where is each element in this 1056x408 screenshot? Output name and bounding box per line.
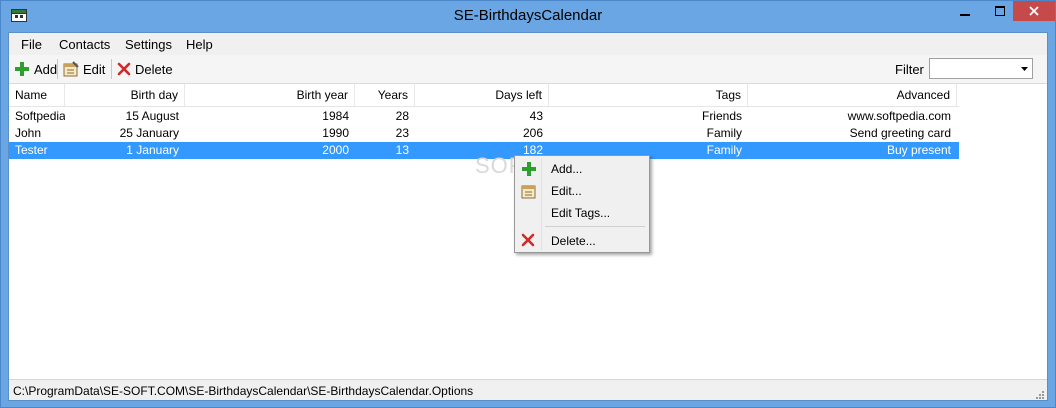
menu-help[interactable]: Help bbox=[186, 37, 213, 52]
context-menu-edit[interactable]: Edit... bbox=[517, 180, 647, 202]
cell-years: 28 bbox=[395, 109, 409, 123]
status-path: C:\ProgramData\SE-SOFT.COM\SE-BirthdaysC… bbox=[13, 384, 474, 398]
column-header-birth-year[interactable]: Birth year bbox=[185, 84, 355, 106]
context-menu-edit-tags[interactable]: Edit Tags... bbox=[517, 202, 647, 224]
notepad-icon bbox=[63, 61, 79, 77]
add-button[interactable]: Add bbox=[14, 60, 57, 78]
column-header-days-left[interactable]: Days left bbox=[415, 84, 549, 106]
column-header-birth-day[interactable]: Birth day bbox=[65, 84, 185, 106]
filter-combobox[interactable] bbox=[929, 58, 1033, 79]
toolbar-separator bbox=[57, 59, 58, 79]
cell-advanced: Buy present bbox=[886, 143, 951, 157]
app-window: SE-BirthdaysCalendar File Contacts Setti… bbox=[0, 0, 1056, 408]
cell-name: John bbox=[15, 126, 42, 140]
x-icon bbox=[117, 62, 131, 76]
column-header-tags[interactable]: Tags bbox=[549, 84, 748, 106]
x-icon bbox=[521, 233, 537, 249]
cell-birth-year: 2000 bbox=[322, 143, 349, 157]
context-menu-separator bbox=[545, 226, 645, 227]
cell-advanced: Send greeting card bbox=[849, 126, 951, 140]
menu-file[interactable]: File bbox=[21, 37, 42, 52]
column-header-name[interactable]: Name bbox=[9, 84, 65, 106]
title-bar[interactable]: SE-BirthdaysCalendar bbox=[1, 1, 1055, 32]
column-header-years[interactable]: Years bbox=[355, 84, 415, 106]
cell-days-left: 43 bbox=[529, 109, 543, 123]
status-bar: C:\ProgramData\SE-SOFT.COM\SE-BirthdaysC… bbox=[9, 379, 1047, 400]
cell-name: Tester bbox=[15, 143, 48, 157]
minimize-button[interactable] bbox=[943, 1, 987, 21]
resize-grip-icon[interactable] bbox=[1034, 388, 1044, 399]
add-button-label: Add bbox=[34, 61, 58, 77]
edit-button[interactable]: Edit bbox=[63, 60, 105, 78]
cell-birth-day: 25 January bbox=[119, 126, 179, 140]
edit-button-label: Edit bbox=[83, 61, 106, 77]
context-menu-edit-label: Edit... bbox=[551, 184, 582, 198]
toolbar: Add Edit Delete Filter bbox=[9, 55, 1047, 84]
column-header-advanced[interactable]: Advanced bbox=[748, 84, 957, 106]
context-menu: Add... Edit... Edit Tags... Delete... bbox=[514, 155, 650, 253]
plus-icon bbox=[521, 161, 537, 177]
window-title: SE-BirthdaysCalendar bbox=[453, 7, 603, 24]
cell-birth-year: 1990 bbox=[322, 126, 349, 140]
menu-settings[interactable]: Settings bbox=[125, 37, 172, 52]
notepad-icon bbox=[521, 183, 537, 199]
close-button[interactable] bbox=[1013, 1, 1055, 21]
cell-days-left: 206 bbox=[522, 126, 543, 140]
table-header: Name Birth day Birth year Years Days lef… bbox=[9, 84, 959, 107]
menu-contacts[interactable]: Contacts bbox=[59, 37, 110, 52]
menu-bar: File Contacts Settings Help bbox=[9, 33, 1047, 55]
dropdown-arrow-icon[interactable] bbox=[1016, 59, 1032, 78]
client-area: File Contacts Settings Help Add Edit Del… bbox=[8, 32, 1048, 401]
context-menu-add[interactable]: Add... bbox=[517, 158, 647, 180]
cell-advanced: www.softpedia.com bbox=[847, 109, 951, 123]
cell-birth-day: 15 August bbox=[125, 109, 179, 123]
table-row[interactable]: Softpedia 15 August 1984 28 43 Friends w… bbox=[9, 108, 959, 125]
context-menu-add-label: Add... bbox=[551, 162, 583, 176]
delete-button[interactable]: Delete bbox=[117, 60, 173, 78]
delete-button-label: Delete bbox=[135, 61, 173, 77]
plus-icon bbox=[15, 62, 29, 76]
cell-tags: Friends bbox=[701, 109, 742, 123]
toolbar-separator bbox=[111, 59, 112, 79]
cell-name: Softpedia bbox=[15, 109, 65, 123]
context-menu-delete[interactable]: Delete... bbox=[517, 230, 647, 252]
filter-label: Filter bbox=[895, 62, 924, 77]
cell-tags: Family bbox=[706, 126, 742, 140]
cell-years: 23 bbox=[395, 126, 409, 140]
cell-birth-day: 1 January bbox=[126, 143, 179, 157]
context-menu-edit-tags-label: Edit Tags... bbox=[551, 206, 611, 220]
cell-years: 13 bbox=[395, 143, 409, 157]
context-menu-delete-label: Delete... bbox=[551, 234, 596, 248]
maximize-button[interactable] bbox=[987, 1, 1013, 21]
table-row[interactable]: John 25 January 1990 23 206 Family Send … bbox=[9, 125, 959, 142]
cell-birth-year: 1984 bbox=[322, 109, 349, 123]
